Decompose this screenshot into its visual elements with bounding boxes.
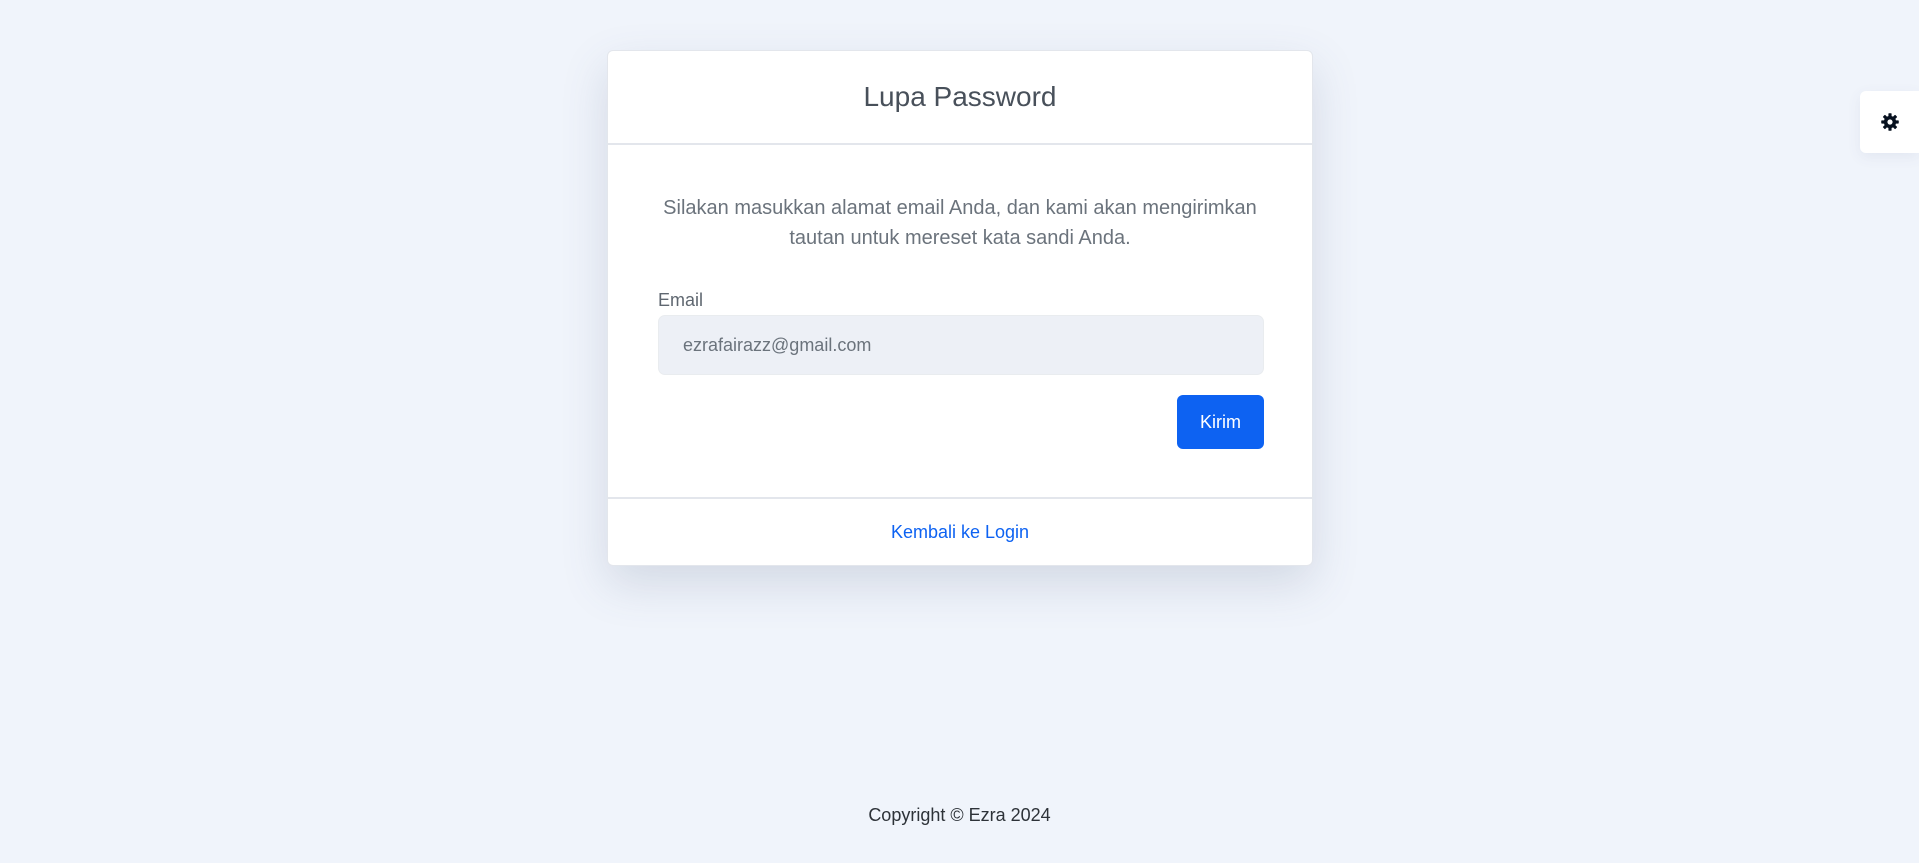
copyright-text: Copyright © Ezra 2024 — [868, 805, 1051, 825]
intro-line-1: Silakan masukkan alamat email Anda, dan … — [663, 197, 1257, 219]
email-label: Email — [658, 290, 704, 310]
card-footer: Kembali ke Login — [608, 499, 1312, 565]
card-header: Lupa Password — [608, 51, 1312, 145]
page-title: Lupa Password — [863, 81, 1057, 112]
gear-icon — [1880, 113, 1899, 131]
intro-line-2: tautan untuk mereset kata sandi Anda. — [789, 227, 1131, 249]
submit-button[interactable]: Kirim — [1177, 395, 1264, 449]
forgot-password-card: Lupa Password Silakan masukkan alamat em… — [607, 50, 1313, 566]
card-body: Silakan masukkan alamat email Anda, dan … — [608, 145, 1312, 499]
settings-button[interactable] — [1860, 91, 1919, 153]
back-to-login-link[interactable]: Kembali ke Login — [891, 522, 1029, 543]
email-field[interactable] — [658, 315, 1264, 375]
intro-text: Silakan masukkan alamat email Anda, dan … — [658, 193, 1262, 253]
